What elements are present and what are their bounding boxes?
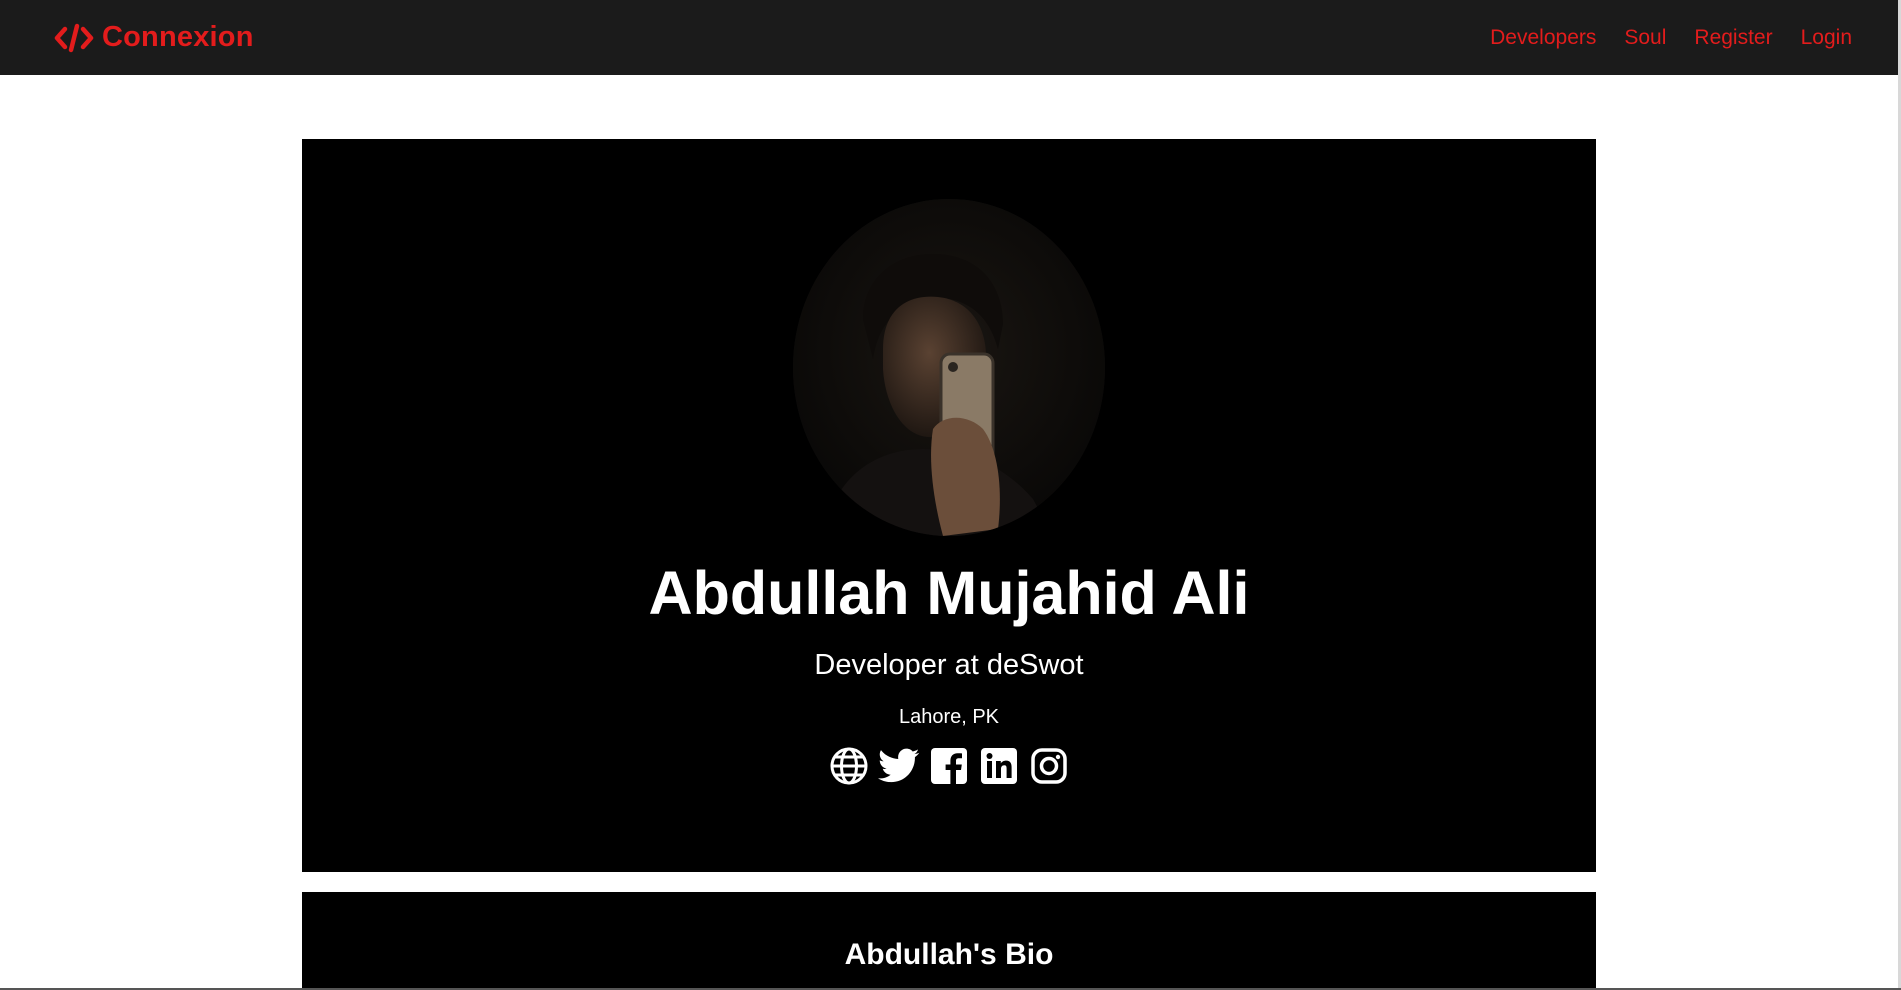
- social-links: [828, 745, 1070, 787]
- bio-heading: Abdullah's Bio: [844, 938, 1054, 971]
- facebook-icon[interactable]: [928, 745, 970, 787]
- linkedin-icon[interactable]: [978, 745, 1020, 787]
- profile-card: Abdullah Mujahid Ali Developer at deSwot…: [302, 139, 1596, 872]
- brand-link[interactable]: Connexion: [54, 21, 254, 54]
- instagram-icon[interactable]: [1028, 745, 1070, 787]
- twitter-icon[interactable]: [878, 745, 920, 787]
- bio-card: Abdullah's Bio: [302, 892, 1596, 988]
- nav-link-developers[interactable]: Developers: [1490, 26, 1596, 50]
- avatar: [793, 199, 1105, 536]
- nav-link-login[interactable]: Login: [1801, 26, 1852, 50]
- top-navbar: Connexion Developers Soul Register Login: [0, 0, 1898, 75]
- nav-link-soul[interactable]: Soul: [1624, 26, 1666, 50]
- profile-location: Lahore, PK: [898, 706, 1000, 729]
- profile-name: Abdullah Mujahid Ali: [648, 559, 1250, 627]
- nav-link-register[interactable]: Register: [1694, 26, 1772, 50]
- code-icon: [54, 23, 94, 53]
- profile-status: Developer at deSwot: [814, 649, 1084, 682]
- nav-links: Developers Soul Register Login: [1490, 26, 1852, 50]
- brand-name: Connexion: [102, 21, 254, 53]
- profile-photo: [793, 199, 1105, 536]
- globe-icon[interactable]: [828, 745, 870, 787]
